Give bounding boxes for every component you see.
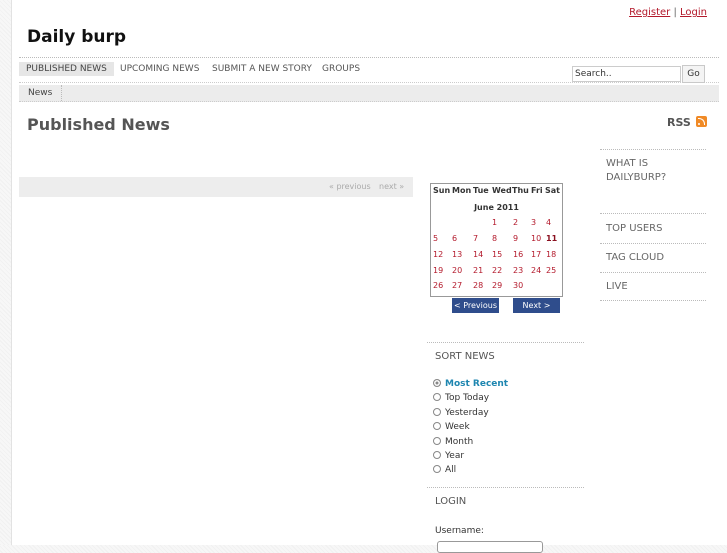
- nav-submit-story[interactable]: SUBMIT A NEW STORY: [205, 62, 319, 76]
- radio-icon[interactable]: [433, 407, 441, 416]
- calendar-weekday: Sat: [545, 186, 560, 195]
- calendar-weekday: Mon: [452, 186, 472, 195]
- sidebar-what-is[interactable]: WHAT IS DAILYBURP?: [606, 157, 706, 185]
- rss-icon[interactable]: [696, 116, 707, 127]
- calendar-month: June 2011: [474, 203, 519, 212]
- sort-option[interactable]: Week: [433, 422, 470, 432]
- calendar-day[interactable]: 7: [473, 234, 478, 243]
- calendar-day[interactable]: 28: [473, 281, 483, 290]
- login-heading: LOGIN: [435, 496, 467, 507]
- calendar-next-button[interactable]: Next >: [513, 298, 560, 313]
- calendar-weekday: Thu: [512, 186, 529, 195]
- calendar-previous-button[interactable]: < Previous: [452, 298, 499, 313]
- username-label: Username:: [435, 526, 484, 536]
- sort-option-label: Month: [445, 436, 474, 447]
- sort-option[interactable]: Month: [433, 436, 474, 447]
- radio-icon[interactable]: [433, 379, 441, 387]
- nav-groups[interactable]: GROUPS: [315, 62, 367, 76]
- sort-option-label: All: [445, 465, 457, 476]
- sort-news-heading: SORT NEWS: [435, 351, 495, 362]
- top-links-separator: |: [673, 7, 677, 18]
- right-divider-3: [600, 272, 706, 273]
- calendar-day[interactable]: 2: [513, 218, 518, 227]
- calendar-day[interactable]: 16: [513, 250, 523, 259]
- calendar-day[interactable]: 17: [531, 250, 541, 259]
- sort-option-label: Week: [445, 422, 470, 433]
- right-divider-1: [600, 213, 706, 214]
- pager-next[interactable]: next »: [379, 177, 404, 197]
- header-divider: [19, 57, 719, 58]
- pager: « previous next »: [19, 177, 413, 197]
- sort-option[interactable]: Year: [433, 451, 464, 461]
- sort-option[interactable]: All: [433, 465, 456, 475]
- calendar-day[interactable]: 29: [492, 281, 502, 290]
- top-links: Register | Login: [629, 7, 707, 18]
- radio-icon[interactable]: [433, 393, 441, 402]
- right-divider-4: [600, 300, 706, 301]
- radio-icon[interactable]: [433, 422, 441, 431]
- calendar-day[interactable]: 20: [452, 266, 462, 275]
- right-divider-2: [600, 243, 706, 244]
- calendar-day[interactable]: 25: [546, 266, 556, 275]
- right-divider-top: [600, 149, 706, 150]
- sidebar-tag-cloud[interactable]: TAG CLOUD: [606, 251, 706, 265]
- radio-icon[interactable]: [433, 451, 441, 459]
- username-input[interactable]: [437, 541, 543, 553]
- calendar-day[interactable]: 11: [546, 234, 557, 243]
- sort-option[interactable]: Yesterday: [433, 407, 489, 418]
- calendar-day[interactable]: 22: [492, 266, 502, 275]
- calendar-day[interactable]: 1: [492, 218, 497, 227]
- calendar-day[interactable]: 12: [433, 250, 443, 259]
- pager-previous[interactable]: « previous: [329, 177, 371, 197]
- calendar-day[interactable]: 10: [531, 234, 541, 243]
- calendar-day[interactable]: 18: [546, 250, 556, 259]
- calendar-day[interactable]: 5: [433, 234, 438, 243]
- rss-label[interactable]: RSS: [667, 116, 691, 129]
- sort-option-label: Most Recent: [445, 379, 509, 389]
- radio-icon[interactable]: [433, 436, 441, 445]
- calendar-day[interactable]: 26: [433, 281, 443, 290]
- calendar-day[interactable]: 14: [473, 250, 483, 259]
- radio-icon[interactable]: [433, 465, 441, 474]
- calendar-day[interactable]: 9: [513, 234, 518, 243]
- calendar-weekday: Sun: [433, 186, 451, 195]
- calendar-weekday: Wed: [492, 186, 512, 195]
- calendar-day[interactable]: 27: [452, 281, 462, 290]
- calendar-day[interactable]: 23: [513, 266, 523, 275]
- register-link[interactable]: Register: [629, 7, 670, 18]
- calendar-day[interactable]: 19: [433, 266, 443, 275]
- sort-option-label: Top Today: [445, 393, 490, 404]
- sub-nav: News: [19, 85, 719, 102]
- calendar-day[interactable]: 21: [473, 266, 483, 275]
- site-title[interactable]: Daily burp: [27, 27, 126, 47]
- login-divider: [427, 487, 584, 488]
- sidebar-top-users[interactable]: TOP USERS: [606, 222, 706, 236]
- calendar-day[interactable]: 15: [492, 250, 502, 259]
- login-link[interactable]: Login: [680, 7, 707, 18]
- nav-published-news[interactable]: PUBLISHED NEWS: [19, 62, 114, 76]
- subnav-news[interactable]: News: [19, 85, 63, 101]
- calendar-day[interactable]: 24: [531, 266, 541, 275]
- nav-upcoming-news[interactable]: UPCOMING NEWS: [113, 62, 206, 76]
- sort-option[interactable]: Top Today: [433, 393, 489, 403]
- calendar-day[interactable]: 3: [531, 218, 536, 227]
- calendar-day[interactable]: 13: [452, 250, 462, 259]
- sort-option-label: Yesterday: [445, 407, 489, 418]
- search-input[interactable]: Search..: [572, 66, 681, 82]
- page: Register | Login Daily burp PUBLISHED NE…: [12, 0, 727, 553]
- sort-option[interactable]: Most Recent: [433, 379, 508, 389]
- search-go-button[interactable]: Go: [682, 65, 705, 83]
- calendar-day[interactable]: 30: [513, 281, 523, 290]
- sort-divider: [427, 342, 584, 343]
- calendar-weekday: Fri: [531, 186, 543, 195]
- calendar: June 2011 Sun Mon Tue Wed Thu Fri Sat 1 2 3 4 5 6 7 8 9…: [430, 183, 563, 297]
- page-title: Published News: [27, 115, 170, 134]
- calendar-day[interactable]: 4: [546, 218, 551, 227]
- sort-option-label: Year: [445, 451, 465, 461]
- calendar-day[interactable]: 8: [492, 234, 497, 243]
- sidebar-live[interactable]: LIVE: [606, 280, 706, 294]
- calendar-day[interactable]: 6: [452, 234, 457, 243]
- calendar-weekday: Tue: [473, 186, 489, 195]
